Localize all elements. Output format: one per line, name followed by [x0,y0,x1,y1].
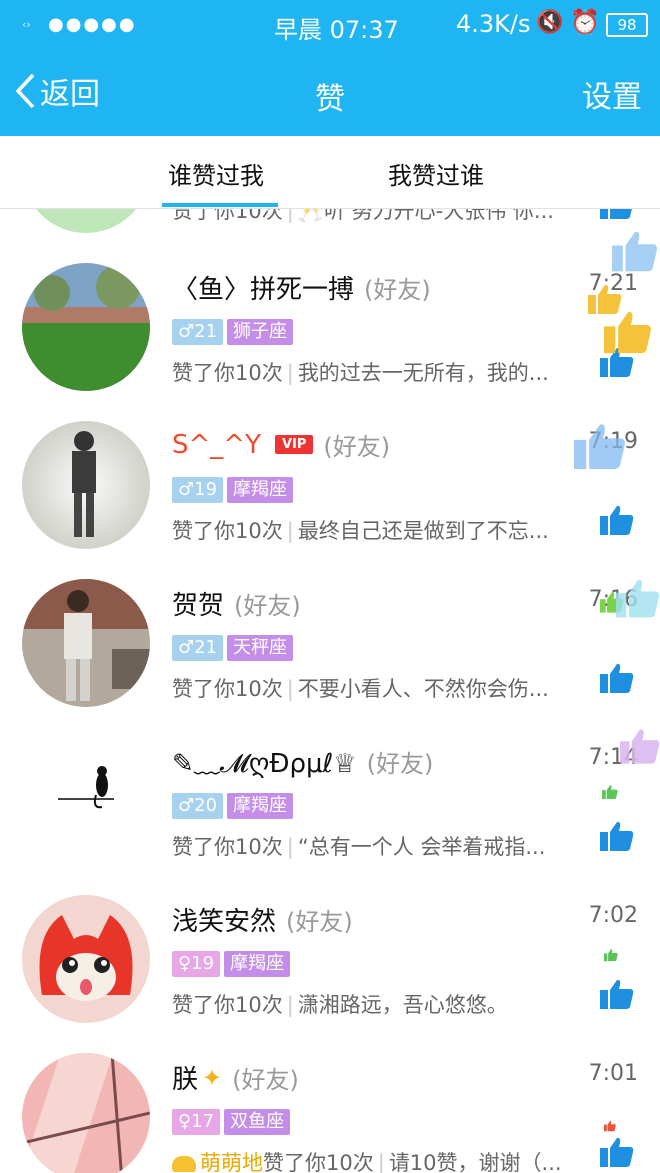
battery-icon: 98 [606,13,648,37]
gender-age-badge: ♂21 [172,319,224,345]
floating-thumb-icon [574,424,625,469]
list-item[interactable]: 贺贺 (好友) 7:16 ♂21 天秤座 赞了你10次|不要小看人、不然你会伤.… [0,563,660,722]
name-line: 朕 ✦ (好友) [172,1059,299,1096]
name-line: ✎﹏𝓜ღĐρμℓ♕ (好友) [172,743,433,780]
like-list: 赞了你10次 | 🥂听 努力开心-大张伟 你... 〈鱼〉拼死一搏 (好友) 7:2… [0,209,660,1173]
user-name: 贺贺 [172,591,225,621]
floating-thumb-icon [604,1121,616,1132]
badge-group: ♂20 摩羯座 [172,793,297,819]
like-description: 赞了你10次 | “总有一个人 会举着戒指... [172,835,546,859]
avatar [22,579,150,707]
floating-thumb-icon [602,785,618,800]
like-description: 赞了你10次 | 🥂听 努力开心-大张伟 你... [172,209,554,223]
friend-tag: (好友) [234,592,301,620]
friend-tag: (好友) [232,1066,299,1094]
badge-group: ♂19 摩羯座 [172,477,297,503]
thumb-up-icon[interactable] [600,1137,634,1167]
gold-label: 萌萌地 [200,1151,263,1173]
user-name: 〈鱼〉拼死一搏 [172,275,355,305]
zodiac-badge: 摩羯座 [227,793,294,819]
floating-thumb-icon [612,231,657,272]
user-name: S^_^Y [172,429,261,460]
avatar [22,1053,150,1173]
active-tab-indicator [162,203,278,207]
status-time: 早晨 07:37 [274,16,399,44]
alarm-icon: ⏰ [570,8,600,36]
floating-thumb-icon [616,579,660,618]
thumb-up-icon[interactable] [600,821,634,851]
badge-group: ♂21 天秤座 [172,635,297,661]
gender-age-badge: ♀19 [172,951,221,977]
like-description: 萌萌地赞了你10次 | 请10赞，谢谢（... [172,1147,592,1173]
name-line: 浅笑安然 (好友) [172,901,353,938]
status-bar: ‹› ●●●●● 早晨 07:37 4.3K/s 🔇 ⏰ 98 [0,0,660,48]
like-description: 赞了你10次 | 潇湘路远，吾心悠悠。 [172,993,508,1017]
zodiac-badge: 摩羯座 [224,951,291,977]
name-line: S^_^Y VIP (好友) [172,427,390,462]
tab-bar: 谁赞过我 我赞过谁 [0,136,660,209]
network-speed: 4.3K/s [456,10,531,38]
avatar [22,895,150,1023]
settings-button[interactable]: 设置 [582,72,642,116]
gender-age-badge: ♂20 [172,793,224,819]
thumb-up-icon[interactable] [600,979,634,1009]
friend-tag: (好友) [366,750,434,778]
avatar [22,209,150,233]
name-line: 贺贺 (好友) [172,585,301,622]
mute-icon: 🔇 [536,10,564,35]
debug-icon: ‹› [22,18,31,31]
zodiac-badge: 天秤座 [227,635,294,661]
avatar [22,263,150,391]
tab-who-liked-me[interactable]: 谁赞过我 [168,156,264,191]
list-item[interactable]: 赞了你10次 | 🥂听 努力开心-大张伟 你... [0,209,660,248]
user-name: 朕 [172,1065,199,1095]
name-line: 〈鱼〉拼死一搏 (好友) [172,269,431,306]
user-name: 浅笑安然 [172,907,277,937]
badge-group: ♂21 狮子座 [172,319,297,345]
like-description: 赞了你10次 | 我的过去一无所有，我的... [172,361,549,385]
like-time: 7:01 [588,1061,638,1086]
gender-age-badge: ♂19 [172,477,224,503]
like-description: 赞了你10次 | 不要小看人、不然你会伤... [172,677,549,701]
badge-group: ♀17 双鱼座 [172,1109,294,1135]
list-item[interactable]: ✎﹏𝓜ღĐρμℓ♕ (好友) 7:14 ♂20 摩羯座 赞了你10次 | “总有一个… [0,721,660,880]
floating-thumb-icon [604,312,651,354]
list-item[interactable]: S^_^Y VIP (好友) 7:19 ♂19 摩羯座 赞了你10次|最终自己还… [0,405,660,564]
thumb-up-icon[interactable] [600,505,634,535]
tab-who-i-liked[interactable]: 我赞过谁 [388,156,484,191]
avatar [22,737,150,865]
signal-icon: ●●●●● [48,14,137,35]
floating-thumb-icon [620,729,660,764]
badge-group: ♀19 摩羯座 [172,951,294,977]
thumb-up-icon[interactable] [600,663,634,693]
vip-badge: VIP [274,435,314,454]
thumb-up-icon[interactable] [600,209,634,219]
user-name: ✎﹏𝓜ღĐρμℓ♕ [172,749,357,779]
like-time: 7:02 [588,903,638,928]
friend-tag: (好友) [323,433,391,461]
page-title: 赞 [315,82,345,117]
gender-age-badge: ♂21 [172,635,224,661]
nav-bar: 返回 赞 设置 [0,48,660,136]
gender-age-badge: ♀17 [172,1109,221,1135]
sparkle-icon: ✦ [202,1063,223,1092]
friend-tag: (好友) [364,276,431,304]
zodiac-badge: 狮子座 [227,319,294,345]
like-description: 赞了你10次 | 最终自己还是做到了不忘... [172,519,549,543]
zodiac-badge: 双鱼座 [224,1109,291,1135]
list-item[interactable]: 朕 ✦ (好友) 7:01 ♀17 双鱼座 萌萌地赞了你10次 | 请10赞，谢谢（… [0,1037,660,1173]
list-item[interactable]: 〈鱼〉拼死一搏 (好友) 7:21 ♂21 狮子座 赞了你10次 | 我的过去一无所… [0,247,660,406]
friend-tag: (好友) [286,908,353,936]
list-item[interactable]: 浅笑安然 (好友) 7:02 ♀19 摩羯座 赞了你10次 | 潇湘路远，吾心悠悠。 [0,879,660,1038]
zodiac-badge: 摩羯座 [227,477,294,503]
crown-icon [172,1156,196,1172]
avatar [22,421,150,549]
floating-thumb-icon [604,949,618,962]
